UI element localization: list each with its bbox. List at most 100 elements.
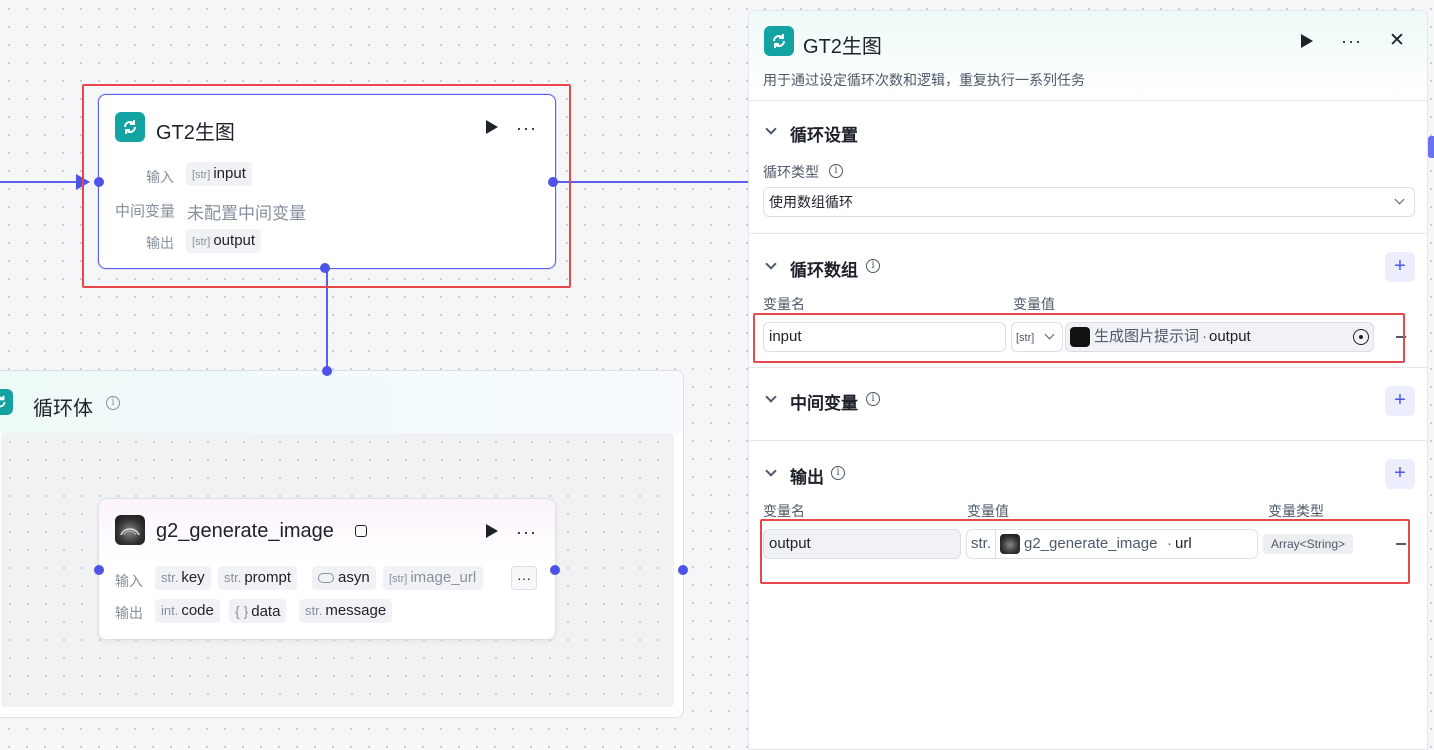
selected-value: 使用数组循环 [769,194,853,210]
loop-node[interactable]: GT2生图 ··· 输入 [str] input 中间变量 未配置中间变量 输出 … [98,94,556,269]
input-tag-asyn: asyn [312,566,376,590]
variable-picker-button[interactable] [1347,322,1375,352]
input-label: 输入 [146,169,174,185]
loop-type-select[interactable]: 使用数组循环 [763,187,1415,217]
run-icon[interactable] [486,524,498,538]
more-icon[interactable]: ··· [516,523,537,541]
type-badge: [str] [192,169,211,181]
info-icon[interactable]: i [866,259,880,273]
port-out[interactable] [550,565,560,575]
col-var-name: 变量名 [763,296,805,312]
add-loop-array-button[interactable]: + [1385,252,1415,282]
section-loop-array-title: 循环数组 [790,261,858,280]
input-tag-image-url: [str] image_url [383,566,483,590]
param-name: prompt [244,569,292,586]
collapsed-panel-handle[interactable] [1428,136,1434,158]
node-settings-panel: GT2生图 ··· ✕ 用于通过设定循环次数和逻辑，重复执行一系列任务 循环设置… [748,10,1428,750]
more-icon[interactable]: ··· [1341,32,1362,50]
plugin-node[interactable]: g2_generate_image ··· 输入 str. key str. pro… [98,498,556,640]
col-var-value: 变量值 [967,503,1009,519]
collapse-chevron-icon[interactable] [765,258,777,270]
param-name: output [213,232,256,249]
loop-array-value-ref[interactable]: 生成图片提示词 · output [1065,322,1374,352]
remove-row-icon[interactable] [1396,336,1406,338]
loop-node-title: GT2生图 [156,122,235,144]
col-var-type: 变量类型 [1268,503,1324,519]
more-inputs-button[interactable]: ··· [511,566,537,590]
param-name: data [251,603,281,620]
section-loop-settings-title: 循环设置 [790,126,858,145]
add-mid-var-button[interactable]: + [1385,386,1415,416]
col-var-name: 变量名 [763,503,805,519]
info-icon[interactable]: i [106,396,120,410]
divider [995,530,996,558]
remove-row-icon[interactable] [1396,543,1406,545]
info-icon[interactable]: i [829,164,843,178]
run-icon[interactable] [486,120,498,134]
port-loop-body[interactable] [320,263,330,273]
output-label: 输出 [146,235,174,251]
loop-body-title: 循环体 [33,398,93,420]
output-type-badge: Array<String> [1263,534,1354,554]
port-loop-body-top[interactable] [322,366,332,376]
collapse-chevron-icon[interactable] [765,391,777,403]
panel-title[interactable]: GT2生图 [803,30,882,59]
chevron-down-icon [1044,329,1055,340]
loop-icon [115,112,145,142]
close-icon[interactable]: ✕ [1389,29,1405,52]
loop-icon [764,26,794,56]
edge-loop-to-body [326,270,328,370]
type-badge: str. [161,570,179,585]
loop-body-header [0,371,683,433]
ref-sep: · [1167,535,1172,552]
input-tag-prompt: str. prompt [218,566,298,590]
type-badge: str. [305,603,323,618]
port-loop-body-right[interactable] [678,565,688,575]
param-name: input [213,165,246,182]
port-in[interactable] [94,565,104,575]
type-badge: { } [235,603,249,619]
plugin-logo-icon [1000,534,1020,554]
input-label: 输入 [115,573,143,589]
target-icon-dot [1359,335,1363,339]
ref-node-name: g2_generate_image [1024,535,1158,552]
divider [749,440,1427,441]
loop-icon [0,389,13,415]
loop-array-type-select[interactable]: [str] [1011,322,1063,352]
collapse-chevron-icon[interactable] [765,465,777,477]
ref-field-name: url [1175,535,1192,552]
add-output-button[interactable]: + [1385,459,1415,489]
type-badge: int. [161,603,179,618]
input-tag: [str] input [186,162,252,186]
port-in[interactable] [94,177,104,187]
output-value-ref[interactable]: str. g2_generate_image · url [966,529,1258,559]
type-badge: str. [971,535,992,552]
run-icon[interactable] [1301,34,1313,48]
param-name: key [181,569,205,586]
output-name-input[interactable]: output [763,529,961,559]
output-tag-data: { } data [229,599,287,623]
output-tag: [str] output [186,229,262,253]
type-badge: str. [224,570,242,585]
output-label: 输出 [115,605,143,621]
divider [749,367,1427,368]
loop-array-name-input[interactable]: input [763,322,1006,352]
loop-type-label: 循环类型 [763,164,819,180]
mid-var-label: 中间变量 [115,203,176,220]
output-tag-message: str. message [299,599,393,623]
param-name: code [181,602,214,619]
toggle-icon [318,573,334,584]
ref-sep: · [1202,328,1207,345]
section-mid-vars-title: 中间变量 [790,394,858,413]
param-name: message [325,602,387,619]
info-icon[interactable]: i [866,392,880,406]
param-name: image_url [410,569,477,586]
ref-field-name: output [1209,328,1251,345]
info-icon[interactable]: i [831,466,845,480]
ref-node-name: 生成图片提示词 [1094,328,1200,345]
port-out[interactable] [548,177,558,187]
plugin-icon [355,525,367,537]
divider [749,233,1427,234]
more-icon[interactable]: ··· [516,119,537,137]
collapse-chevron-icon[interactable] [765,123,777,135]
